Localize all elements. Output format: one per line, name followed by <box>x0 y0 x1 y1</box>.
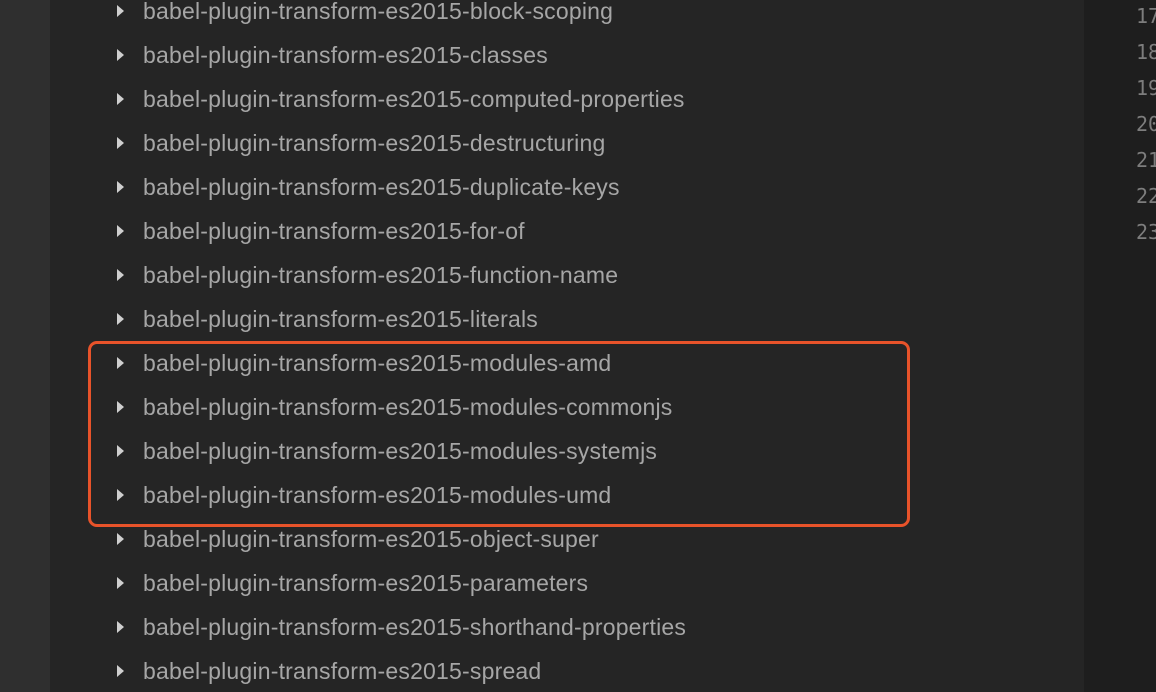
tree-folder-label: babel-plugin-transform-es2015-function-n… <box>143 262 619 288</box>
activity-bar <box>0 0 50 692</box>
line-number: 23 <box>1136 220 1156 244</box>
tree-folder-label: babel-plugin-transform-es2015-modules-am… <box>143 350 612 376</box>
tree-folder-classes[interactable]: babel-plugin-transform-es2015-classes <box>50 34 1084 78</box>
tree-folder-computed-properties[interactable]: babel-plugin-transform-es2015-computed-p… <box>50 78 1084 122</box>
chevron-right-icon[interactable] <box>117 181 124 193</box>
tree-folder-label: babel-plugin-transform-es2015-parameters <box>143 570 589 596</box>
tree-folder-label: babel-plugin-transform-es2015-literals <box>143 306 538 332</box>
file-tree: babel-plugin-transform-es2015-block-scop… <box>50 0 1084 692</box>
chevron-right-icon[interactable] <box>117 577 124 589</box>
editor-pane: 17 18 19 20 21 22 23 <box>1084 0 1156 692</box>
tree-folder-label: babel-plugin-transform-es2015-computed-p… <box>143 86 685 112</box>
line-number: 18 <box>1136 40 1156 64</box>
line-number: 21 <box>1136 148 1156 172</box>
tree-folder-modules-amd[interactable]: babel-plugin-transform-es2015-modules-am… <box>50 342 1084 386</box>
chevron-right-icon[interactable] <box>117 5 124 17</box>
chevron-right-icon[interactable] <box>117 49 124 61</box>
tree-folder-label: babel-plugin-transform-es2015-spread <box>143 658 542 684</box>
tree-folder-label: babel-plugin-transform-es2015-shorthand-… <box>143 614 687 640</box>
tree-folder-duplicate-keys[interactable]: babel-plugin-transform-es2015-duplicate-… <box>50 166 1084 210</box>
line-number: 22 <box>1136 184 1156 208</box>
tree-folder-block-scoping[interactable]: babel-plugin-transform-es2015-block-scop… <box>50 0 1084 34</box>
chevron-right-icon[interactable] <box>117 621 124 633</box>
tree-folder-destructuring[interactable]: babel-plugin-transform-es2015-destructur… <box>50 122 1084 166</box>
tree-folder-label: babel-plugin-transform-es2015-for-of <box>143 218 525 244</box>
tree-folder-label: babel-plugin-transform-es2015-classes <box>143 42 548 68</box>
chevron-right-icon[interactable] <box>117 489 124 501</box>
chevron-right-icon[interactable] <box>117 313 124 325</box>
tree-folder-object-super[interactable]: babel-plugin-transform-es2015-object-sup… <box>50 518 1084 562</box>
tree-folder-shorthand-properties[interactable]: babel-plugin-transform-es2015-shorthand-… <box>50 606 1084 650</box>
chevron-right-icon[interactable] <box>117 93 124 105</box>
tree-folder-function-name[interactable]: babel-plugin-transform-es2015-function-n… <box>50 254 1084 298</box>
tree-folder-label: babel-plugin-transform-es2015-destructur… <box>143 130 606 156</box>
chevron-right-icon[interactable] <box>117 225 124 237</box>
tree-folder-literals[interactable]: babel-plugin-transform-es2015-literals <box>50 298 1084 342</box>
app-window: babel-plugin-transform-es2015-block-scop… <box>0 0 1156 692</box>
chevron-right-icon[interactable] <box>117 533 124 545</box>
tree-folder-label: babel-plugin-transform-es2015-modules-co… <box>143 394 673 420</box>
chevron-right-icon[interactable] <box>117 357 124 369</box>
tree-folder-spread[interactable]: babel-plugin-transform-es2015-spread <box>50 650 1084 692</box>
tree-folder-label: babel-plugin-transform-es2015-block-scop… <box>143 0 614 24</box>
tree-folder-parameters[interactable]: babel-plugin-transform-es2015-parameters <box>50 562 1084 606</box>
tree-folder-label: babel-plugin-transform-es2015-object-sup… <box>143 526 599 552</box>
tree-folder-label: babel-plugin-transform-es2015-duplicate-… <box>143 174 620 200</box>
tree-folder-label: babel-plugin-transform-es2015-modules-sy… <box>143 438 658 464</box>
chevron-right-icon[interactable] <box>117 665 124 677</box>
line-number: 19 <box>1136 76 1156 100</box>
tree-folder-label: babel-plugin-transform-es2015-modules-um… <box>143 482 612 508</box>
tree-folder-modules-systemjs[interactable]: babel-plugin-transform-es2015-modules-sy… <box>50 430 1084 474</box>
tree-folder-modules-commonjs[interactable]: babel-plugin-transform-es2015-modules-co… <box>50 386 1084 430</box>
chevron-right-icon[interactable] <box>117 445 124 457</box>
chevron-right-icon[interactable] <box>117 137 124 149</box>
chevron-right-icon[interactable] <box>117 269 124 281</box>
chevron-right-icon[interactable] <box>117 401 124 413</box>
tree-folder-modules-umd[interactable]: babel-plugin-transform-es2015-modules-um… <box>50 474 1084 518</box>
file-explorer: babel-plugin-transform-es2015-block-scop… <box>50 0 1084 692</box>
line-number: 17 <box>1136 4 1156 28</box>
line-number: 20 <box>1136 112 1156 136</box>
tree-folder-for-of[interactable]: babel-plugin-transform-es2015-for-of <box>50 210 1084 254</box>
